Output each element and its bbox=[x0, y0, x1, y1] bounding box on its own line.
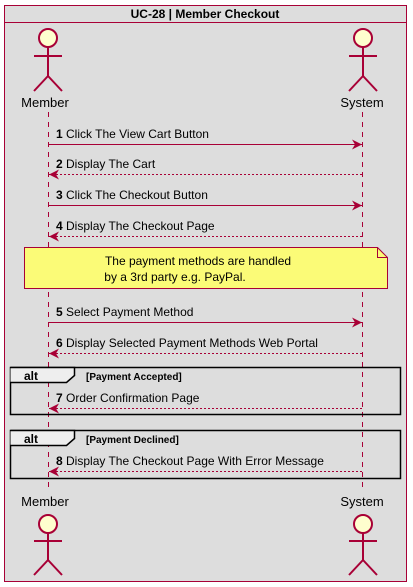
message-number: 3 bbox=[56, 188, 66, 202]
fragment-condition: [Payment Accepted] bbox=[86, 372, 182, 383]
message-label: 1 Click The View Cart Button bbox=[56, 127, 209, 141]
diagram-title: UC-28 | Member Checkout bbox=[131, 7, 280, 21]
message-number: 7 bbox=[56, 391, 66, 405]
message-label: 4 Display The Checkout Page bbox=[56, 219, 215, 233]
participant-label-member: Member bbox=[21, 95, 69, 110]
message-text: Click The View Cart Button bbox=[66, 127, 209, 141]
message-text: Select Payment Method bbox=[66, 305, 193, 319]
fragment-keyword: alt bbox=[24, 369, 38, 383]
message-number: 6 bbox=[56, 336, 66, 350]
message-number: 5 bbox=[56, 305, 66, 319]
note-line-2: by a 3rd party e.g. PayPal. bbox=[104, 270, 245, 284]
message-label: 8 Display The Checkout Page With Error M… bbox=[56, 454, 324, 468]
message-label: 5 Select Payment Method bbox=[56, 305, 193, 319]
participant-label-member-bottom: Member bbox=[21, 494, 69, 509]
message-label: 6 Display Selected Payment Methods Web P… bbox=[56, 336, 318, 350]
message-label: 7 Order Confirmation Page bbox=[56, 391, 200, 405]
message-label: 3 Click The Checkout Button bbox=[56, 188, 208, 202]
fragment-keyword: alt bbox=[24, 432, 38, 446]
note-line-1: The payment methods are handled bbox=[105, 254, 291, 268]
message-number: 1 bbox=[56, 127, 66, 141]
message-number: 2 bbox=[56, 157, 66, 171]
fragment-condition: [Payment Declined] bbox=[86, 435, 179, 446]
sequence-diagram: UC-28 | Member Checkout Member System Me… bbox=[4, 5, 407, 582]
message-text: Click The Checkout Button bbox=[66, 188, 208, 202]
message-text: Display The Checkout Page bbox=[66, 219, 215, 233]
message-number: 4 bbox=[56, 219, 66, 233]
message-label: 2 Display The Cart bbox=[56, 157, 156, 171]
message-text: Display Selected Payment Methods Web Por… bbox=[66, 336, 318, 350]
message-text: Order Confirmation Page bbox=[66, 391, 200, 405]
message-text: Display The Cart bbox=[66, 157, 156, 171]
message-text: Display The Checkout Page With Error Mes… bbox=[66, 454, 324, 468]
note: The payment methods are handled by a 3rd… bbox=[24, 247, 388, 289]
participant-label-system: System bbox=[340, 95, 383, 110]
message-number: 8 bbox=[56, 454, 66, 468]
participant-label-system-bottom: System bbox=[340, 494, 383, 509]
